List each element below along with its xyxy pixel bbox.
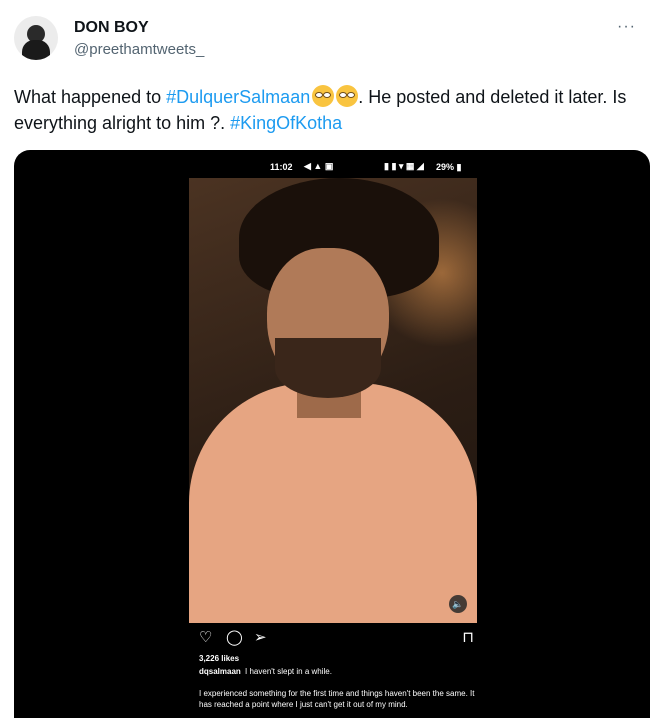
phone-status-bar: 11:02 ◀ ▲ ▣ ▮ ▮ ▾ ▦ ◢ 29% ▮ xyxy=(270,160,470,176)
rolling-eyes-emoji-icon xyxy=(336,85,359,107)
instagram-actions: ♡ ◯ ➢ ⊓ xyxy=(199,628,474,648)
more-options-button[interactable]: ··· xyxy=(617,18,636,36)
tweet-header: DON BOY @preethamtweets_ ··· xyxy=(14,14,636,64)
hashtag-dulquersalmaan[interactable]: #DulquerSalmaan xyxy=(166,87,310,107)
tweet-text-part1: What happened to xyxy=(14,87,167,107)
status-left-icons: ◀ ▲ ▣ xyxy=(304,161,334,171)
tweet-media-image[interactable]: 11:02 ◀ ▲ ▣ ▮ ▮ ▾ ▦ ◢ 29% ▮ 🔈 ♡ ◯ ➢ ⊓ 3,… xyxy=(14,150,650,718)
comment-icon[interactable]: ◯ xyxy=(226,628,243,646)
caption-username: dqsalmaan xyxy=(199,667,241,676)
avatar-body xyxy=(22,40,50,60)
share-icon[interactable]: ➢ xyxy=(254,628,267,646)
bookmark-icon[interactable]: ⊓ xyxy=(462,628,474,646)
person-beard xyxy=(275,338,381,398)
heart-icon[interactable]: ♡ xyxy=(199,628,212,646)
battery-indicator: 29% ▮ xyxy=(436,162,462,172)
display-name[interactable]: DON BOY xyxy=(74,19,149,37)
user-handle[interactable]: @preethamtweets_ xyxy=(74,41,204,58)
instagram-video-frame[interactable]: 🔈 xyxy=(189,178,477,623)
caption-line: dqsalmaan I haven't slept in a while. xyxy=(199,666,479,677)
likes-count: 3,226 likes xyxy=(199,654,240,663)
caption-text: I haven't slept in a while. xyxy=(245,667,332,676)
status-time: 11:02 xyxy=(270,162,293,172)
rolling-eyes-emoji-icon xyxy=(312,85,335,107)
tweet-text: What happened to #DulquerSalmaan. He pos… xyxy=(14,84,636,136)
avatar[interactable] xyxy=(14,16,58,60)
status-right-icons: ▮ ▮ ▾ ▦ ◢ xyxy=(384,161,424,171)
hashtag-kingofkotha[interactable]: #KingOfKotha xyxy=(230,113,342,133)
person-shirt xyxy=(189,383,477,623)
mute-icon[interactable]: 🔈 xyxy=(449,595,467,613)
caption-body: I experienced something for the first ti… xyxy=(199,689,475,709)
